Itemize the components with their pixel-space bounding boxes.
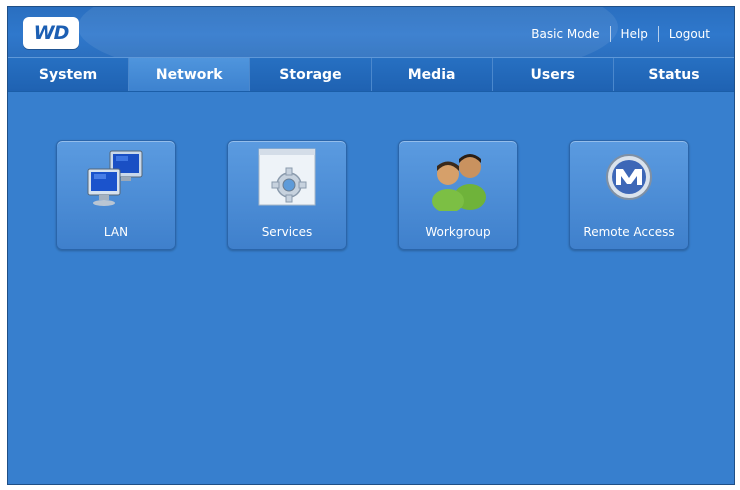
logo-text: WD [33, 22, 70, 44]
logout-link[interactable]: Logout [659, 27, 720, 41]
tab-status[interactable]: Status [614, 58, 734, 91]
tile-label: Workgroup [425, 225, 491, 239]
basic-mode-link[interactable]: Basic Mode [521, 27, 609, 41]
tab-users[interactable]: Users [493, 58, 614, 91]
workgroup-users-icon [432, 154, 486, 211]
tile-label: Remote Access [583, 225, 675, 239]
tab-network[interactable]: Network [129, 58, 251, 91]
tab-media[interactable]: Media [372, 58, 493, 91]
services-gear-icon [258, 148, 316, 206]
app-window: WD Basic Mode Help Logout System Network… [7, 6, 735, 485]
remote-access-tile[interactable]: Remote Access [569, 140, 689, 250]
header-bar: WD Basic Mode Help Logout [8, 7, 734, 87]
network-content: LAN Services Workgroup Remote Access [8, 91, 734, 484]
services-tile[interactable]: Services [227, 140, 347, 250]
tab-system[interactable]: System [8, 58, 130, 91]
lan-tile[interactable]: LAN [56, 140, 176, 250]
wd-logo[interactable]: WD [23, 17, 79, 49]
main-nav: System Network Storage Media Users Statu… [8, 57, 734, 92]
tile-label: LAN [103, 225, 129, 239]
workgroup-tile[interactable]: Workgroup [398, 140, 518, 250]
tile-label: Services [261, 225, 313, 239]
lan-monitors-icon [87, 150, 143, 206]
remote-access-m-icon [606, 154, 652, 200]
help-link[interactable]: Help [611, 27, 658, 41]
tab-storage[interactable]: Storage [250, 58, 372, 91]
top-links: Basic Mode Help Logout [521, 25, 720, 43]
